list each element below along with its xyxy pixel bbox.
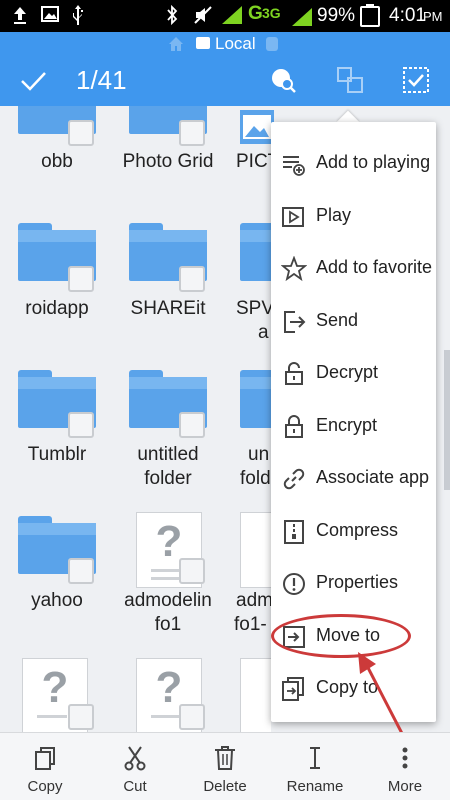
file-label: admodelin [124,590,212,611]
file-label: Tumblr [27,444,87,465]
file-label: untitled [137,444,199,465]
menu-item-label: Encrypt [316,415,378,435]
select-all-icon[interactable] [401,65,431,95]
image-file-icon [240,110,274,144]
copy-to-icon [281,676,307,702]
menu-item-compress[interactable]: Compress [271,506,436,558]
play-icon [281,204,307,230]
select-interval-icon[interactable] [335,65,365,95]
file-label: roidapp [25,298,89,319]
more-vertical-icon [393,745,417,771]
copy-button[interactable]: Copy [0,733,90,800]
file-label: obb [41,151,73,172]
signal-icon-2 [290,6,314,33]
select-checkbox[interactable] [179,412,205,438]
rename-label: Rename [286,778,344,795]
network-type-3g: 3G [262,5,281,21]
menu-item-label: Decrypt [316,362,379,382]
menu-item-decrypt[interactable]: Decrypt [271,348,436,400]
scrollbar[interactable] [444,350,450,490]
file-label: yahoo [31,590,83,611]
battery-icon [360,4,380,27]
unlock-icon [281,361,307,387]
file-label-line2: fo1 [154,614,182,635]
info-icon [281,571,307,597]
trash-icon [213,745,237,771]
menu-item-label: Properties [316,572,399,592]
select-checkbox[interactable] [68,558,94,584]
unknown-file-icon [240,658,271,732]
menu-item-label: Play [316,205,352,225]
selection-action-bar: 1/41 [0,56,450,106]
menu-item-play[interactable]: Play [271,191,436,243]
menu-item-properties[interactable]: Properties [271,558,436,610]
cut-label: Cut [123,778,147,795]
more-label: More [387,778,423,795]
bluetooth-icon [164,4,180,32]
storage-icon [266,37,278,51]
home-icon[interactable] [168,36,184,52]
bottom-toolbar: Copy Cut Delete Rename More [0,732,450,800]
menu-item-label: Associate app [316,467,430,487]
file-label: Photo Grid [122,151,214,172]
copy-label: Copy [27,778,63,795]
file-label: SHAREit [130,298,206,319]
file-label: PICT [236,151,280,172]
text-cursor-icon [303,745,327,771]
done-check-icon[interactable] [18,66,48,96]
select-checkbox[interactable] [179,558,205,584]
location-bar: Local [0,32,450,56]
file-label-line2: folder [144,468,192,489]
upload-icon [12,4,28,32]
signal-icon [220,4,244,32]
network-type-g: G [248,3,263,24]
send-icon [281,309,307,335]
menu-item-associate-app[interactable]: Associate app [271,453,436,505]
clock-time: 4:01 [389,5,426,26]
clock-ampm: PM [423,9,443,24]
lock-icon [281,414,307,440]
menu-item-label: Add to playing [316,152,431,172]
select-checkbox[interactable] [179,704,205,730]
file-label: SPV [236,298,275,319]
select-checkbox[interactable] [68,120,94,146]
selection-count: 1/41 [76,65,127,95]
select-checkbox[interactable] [68,412,94,438]
file-label: adm [236,590,273,611]
star-icon [280,255,308,282]
menu-item-encrypt[interactable]: Encrypt [271,401,436,453]
cut-button[interactable]: Cut [90,733,180,800]
menu-item-send[interactable]: Send [271,296,436,348]
unknown-file-icon [240,512,271,588]
battery-percent: 99% [317,5,356,26]
link-icon [281,466,307,492]
select-checkbox[interactable] [179,266,205,292]
select-checkbox[interactable] [68,266,94,292]
scissors-icon [123,745,147,771]
more-button[interactable]: More [360,733,450,800]
mute-icon [192,4,214,32]
status-bar: G 3G 99% 4:01 PM [0,0,450,32]
select-checkbox[interactable] [68,704,94,730]
sd-card-icon [196,37,210,49]
image-icon [40,4,60,30]
menu-item-label: Add to favorite [316,257,433,277]
rename-button[interactable]: Rename [270,733,360,800]
copy-icon [33,745,57,771]
compress-icon [281,519,307,545]
menu-item-add-to-favorite[interactable]: Add to favorite [271,243,436,295]
search-in-folder-icon[interactable] [268,65,298,95]
location-label[interactable]: Local [215,34,256,54]
select-checkbox[interactable] [179,120,205,146]
delete-button[interactable]: Delete [180,733,270,800]
playlist-add-icon [281,151,307,177]
file-label-line2: fo1- [234,614,267,635]
menu-item-label: Compress [316,520,399,540]
menu-item-label: Send [316,310,359,330]
delete-label: Delete [203,778,247,795]
usb-icon [70,4,86,32]
menu-item-add-to-playing[interactable]: Add to playing [271,138,436,190]
